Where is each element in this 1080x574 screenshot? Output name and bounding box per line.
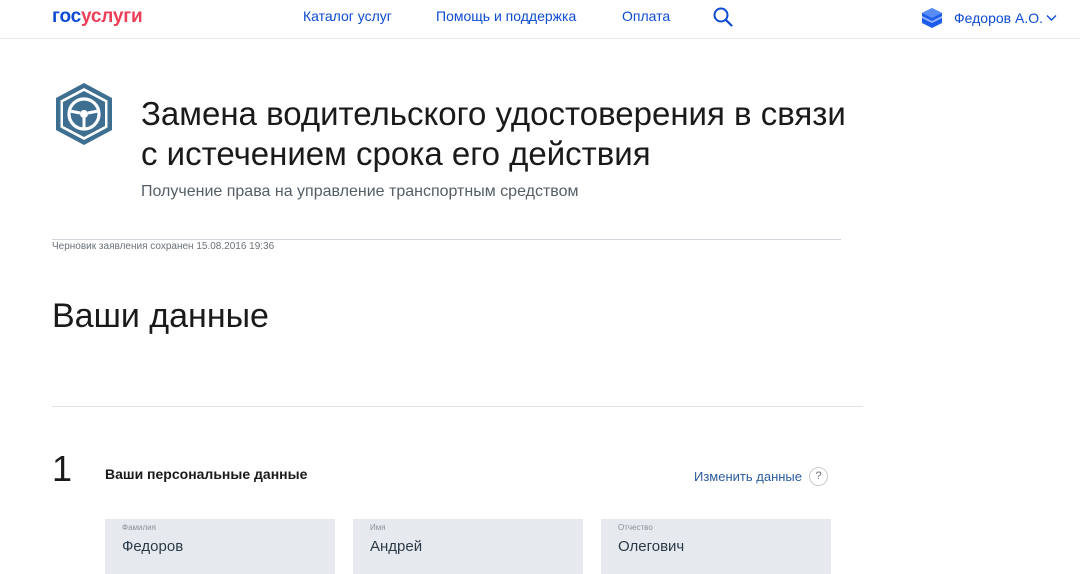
service-subtitle: Получение права на управление транспортн… bbox=[141, 183, 579, 200]
nav-catalog-link[interactable]: Каталог услуг bbox=[303, 8, 392, 24]
logo-part-gos: гос bbox=[52, 6, 81, 27]
help-icon[interactable]: ? bbox=[809, 467, 828, 486]
draft-saved-note: Черновик заявления сохранен 15.08.2016 1… bbox=[52, 241, 275, 252]
patronymic-label: Отчество bbox=[618, 523, 653, 532]
patronymic-value: Олегович bbox=[618, 538, 685, 555]
nav-payment-link[interactable]: Оплата bbox=[622, 8, 670, 24]
name-label: Имя bbox=[370, 523, 386, 532]
user-avatar-icon bbox=[922, 8, 942, 28]
name-field[interactable]: Имя Андрей bbox=[353, 519, 583, 574]
chevron-down-icon bbox=[1046, 15, 1057, 21]
name-value: Андрей bbox=[370, 538, 423, 555]
service-title: Замена водительского удостоверения в свя… bbox=[141, 95, 846, 172]
logo-part-uslugi: услуги bbox=[81, 6, 143, 27]
user-menu[interactable]: Федоров А.О. bbox=[921, 5, 1057, 31]
section-title: Ваши данные bbox=[52, 297, 269, 335]
step-number: 1 bbox=[52, 448, 73, 489]
step-title: Ваши персональные данные bbox=[105, 466, 308, 482]
title-divider bbox=[52, 239, 841, 240]
patronymic-field[interactable]: Отчество Олегович bbox=[601, 519, 831, 574]
surname-value: Федоров bbox=[122, 538, 184, 555]
steering-wheel-icon bbox=[53, 81, 115, 147]
surname-label: Фамилия bbox=[122, 523, 156, 532]
top-navigation-bar: госуслуги Каталог услуг Помощь и поддерж… bbox=[0, 0, 1080, 39]
edit-data-link[interactable]: Изменить данные bbox=[694, 469, 802, 484]
gosuslugi-logo[interactable]: госуслуги bbox=[52, 6, 143, 28]
user-name: Федоров А.О. bbox=[954, 10, 1043, 26]
surname-field[interactable]: Фамилия Федоров bbox=[105, 519, 335, 574]
nav-help-link[interactable]: Помощь и поддержка bbox=[436, 8, 576, 24]
search-icon[interactable] bbox=[712, 6, 734, 28]
section-divider bbox=[52, 406, 863, 407]
